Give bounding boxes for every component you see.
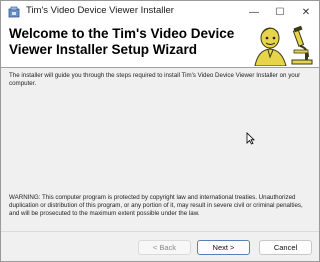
wizard-banner: Welcome to the Tim's Video Device Viewer… — [1, 23, 319, 68]
next-button[interactable]: Next > — [197, 240, 250, 255]
intro-text: The installer will guide you through the… — [9, 72, 301, 87]
banner-title: Welcome to the Tim's Video Device Viewer… — [9, 26, 235, 57]
maximize-button[interactable]: ☐ — [267, 1, 293, 23]
back-button[interactable]: < Back — [138, 240, 191, 255]
title-bar[interactable]: Tim's Video Device Viewer Installer — ☐ … — [1, 1, 319, 23]
installer-app-icon — [8, 6, 20, 18]
minimize-button[interactable]: — — [241, 1, 267, 23]
window-title: Tim's Video Device Viewer Installer — [26, 5, 174, 16]
mouse-cursor-icon — [246, 132, 255, 145]
close-button[interactable]: ✕ — [293, 1, 319, 23]
cancel-button[interactable]: Cancel — [259, 240, 312, 255]
installer-window: Tim's Video Device Viewer Installer — ☐ … — [0, 0, 320, 262]
scientist-microscope-icon — [254, 25, 313, 66]
footer-divider — [1, 231, 319, 232]
copyright-warning-text: WARNING: This computer program is protec… — [9, 194, 303, 217]
